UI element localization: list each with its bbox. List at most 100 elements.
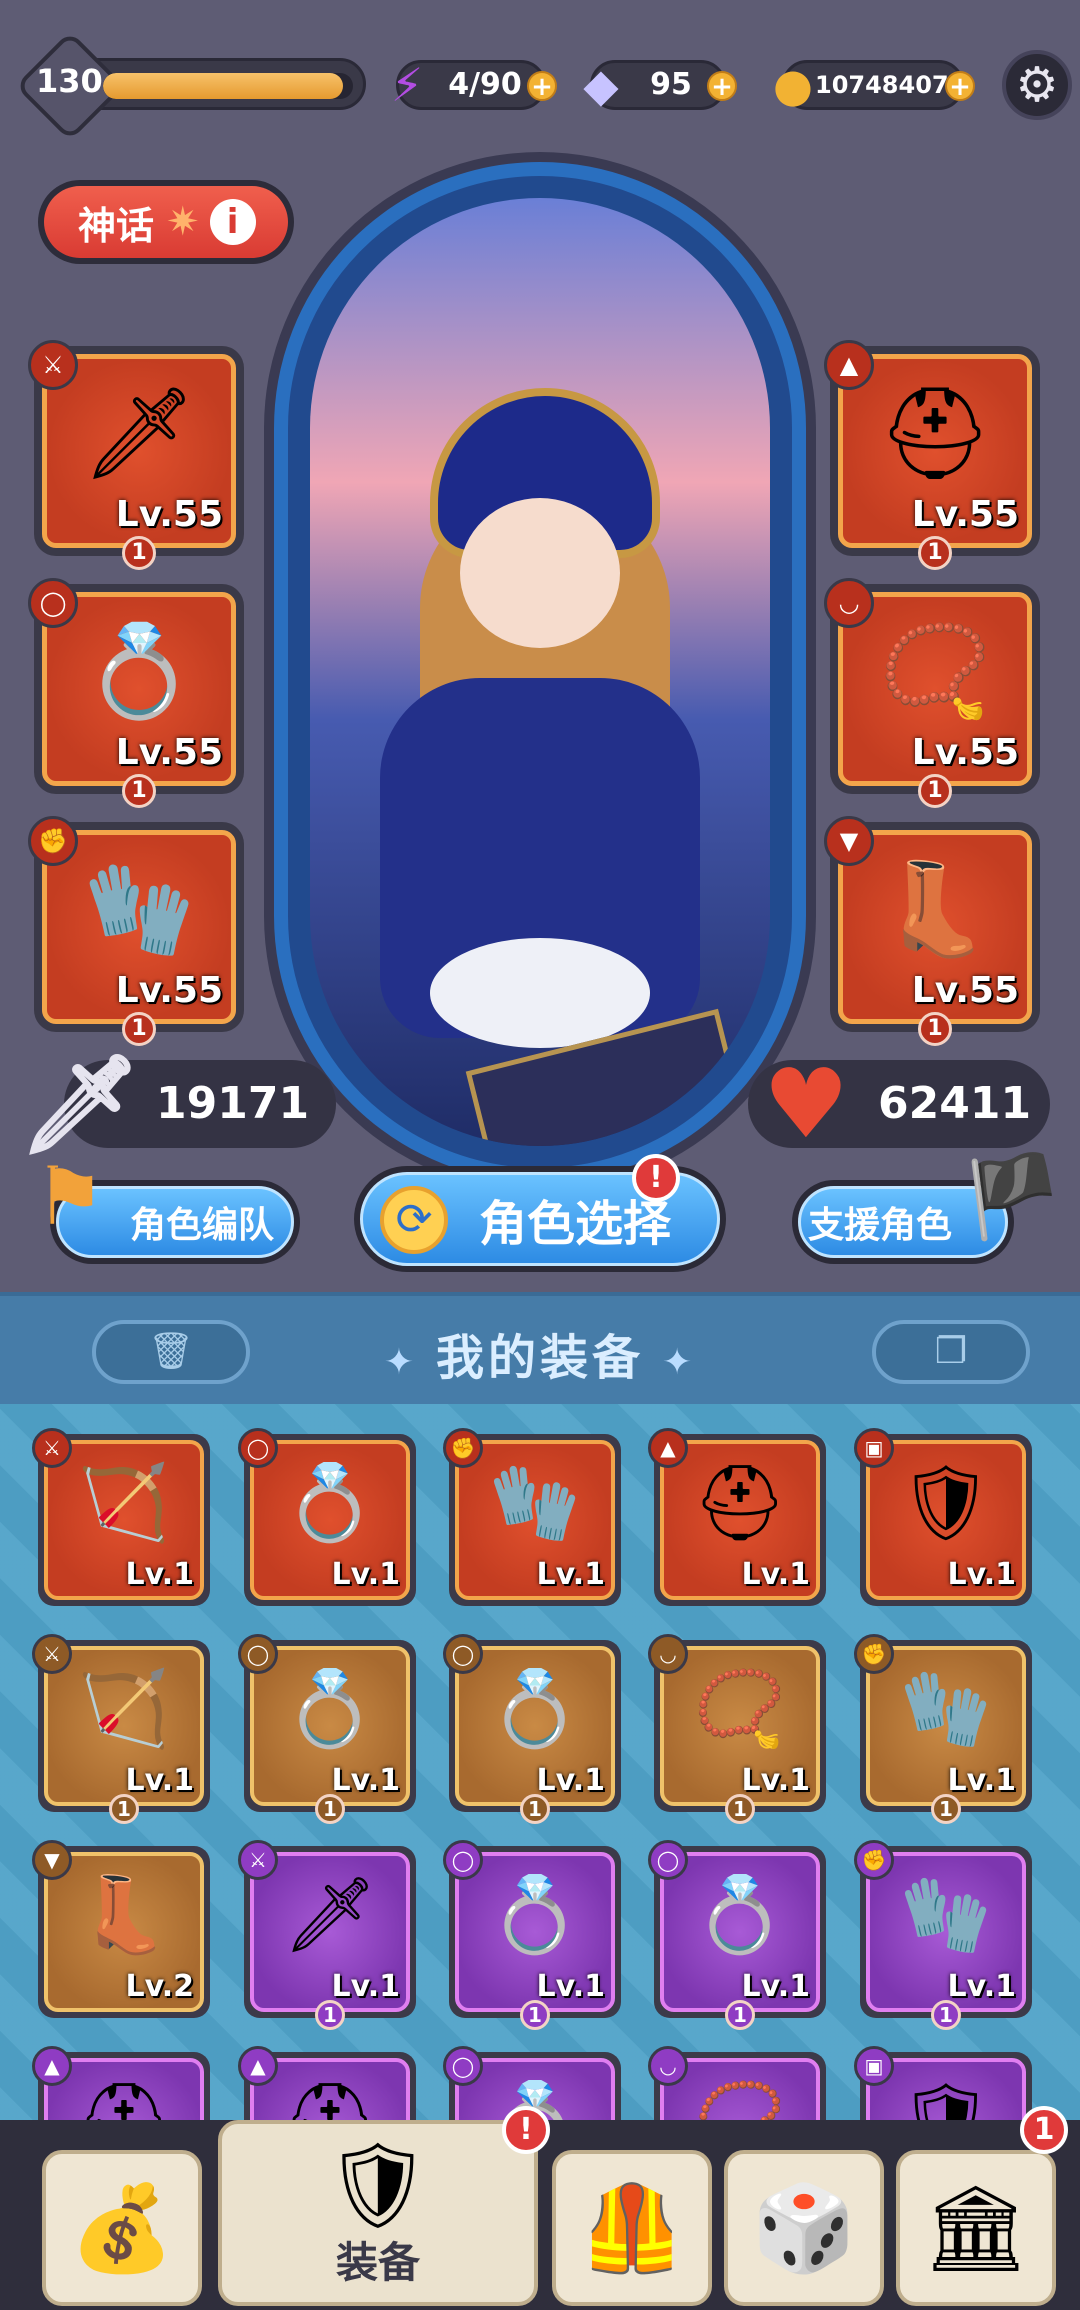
item-level: Lv.1 <box>741 1763 811 1798</box>
slot-type-icon: ◯ <box>443 1840 483 1880</box>
rarity-label: 神话 <box>78 203 155 248</box>
bow-icon: 🏹 <box>77 1460 171 1546</box>
armor-icon: 🛡 <box>899 1460 993 1546</box>
item-count-badge: 1 <box>918 1012 952 1046</box>
slot-type-icon: ⚔ <box>32 1634 72 1674</box>
item-level: Lv.1 <box>947 1763 1017 1798</box>
bottom-navigation: 💰 🛡 装备 ! 🦺 🎲 🏛 1 <box>0 2106 1080 2310</box>
equipment-slot[interactable]: 🧤 Lv.1 ✊ 1 <box>854 1634 1032 1824</box>
item-count-badge: 1 <box>931 2000 961 2030</box>
slot-type-icon: ✊ <box>854 1634 894 1674</box>
item-count-badge: 1 <box>122 1012 156 1046</box>
item-level: Lv.55 <box>115 494 223 535</box>
slot-frame: 🛡 Lv.1 <box>866 1440 1026 1600</box>
gold-counter[interactable]: ● 107484077 + <box>773 60 975 110</box>
nav-building-button[interactable]: 🏛 <box>896 2150 1056 2306</box>
slot-frame: 🗡 Lv.55 <box>42 354 236 548</box>
level-progress-fill <box>103 73 343 99</box>
equipment-slot[interactable]: 🧤 Lv.55 ✊ 1 <box>28 816 244 1046</box>
slot-frame: 🧤 Lv.1 <box>866 1646 1026 1806</box>
slot-type-icon: ▲ <box>238 2046 278 2086</box>
item-level: Lv.55 <box>115 970 223 1011</box>
equipment-slot[interactable]: ⛑ Lv.55 ▲ 1 <box>824 340 1040 570</box>
slot-type-icon: ▼ <box>824 816 874 866</box>
rarity-tag[interactable]: 神话 ✷ i <box>38 180 294 264</box>
energy-counter[interactable]: ⚡ 4/90 + <box>391 60 557 110</box>
game-screen: 130 ⚡ 4/90 + ◆ 95 + ● 107484077 + ⚙ 神话 ✷… <box>0 0 1080 2310</box>
equipment-slot[interactable]: 🧤 Lv.1 ✊ 1 <box>854 1840 1032 2030</box>
item-level: Lv.55 <box>911 970 1019 1011</box>
equipment-slot[interactable]: 💍 Lv.55 ◯ 1 <box>28 578 244 808</box>
gem-counter[interactable]: ◆ 95 + <box>583 60 737 110</box>
necklace-icon: 📿 <box>693 1666 787 1752</box>
slot-type-icon: ▼ <box>32 1840 72 1880</box>
level-progress-track <box>103 73 353 99</box>
equipment-slot[interactable]: 🛡 Lv.1 ▣ <box>854 1428 1032 1606</box>
slot-frame: 🗡 Lv.1 <box>250 1852 410 2012</box>
slot-type-icon: ◡ <box>824 578 874 628</box>
item-level: Lv.1 <box>536 1763 606 1798</box>
flag-icon: ⚑ <box>34 1150 106 1243</box>
attack-stat: 🗡 19171 <box>19 1056 336 1152</box>
item-level: Lv.1 <box>741 1557 811 1592</box>
item-count-badge: 1 <box>315 1794 345 1824</box>
boots-icon: 👢 <box>77 1872 171 1958</box>
nav-chest-button[interactable]: 💰 <box>42 2150 202 2306</box>
add-gems-button[interactable]: + <box>707 71 737 101</box>
equipment-slot[interactable]: 🧤 Lv.1 ✊ <box>443 1428 621 1606</box>
add-gold-button[interactable]: + <box>945 71 975 101</box>
treasure-chest-icon: 💰 <box>69 2178 175 2277</box>
equipment-slot[interactable]: 💍 Lv.1 ◯ 1 <box>238 1634 416 1824</box>
lightning-icon: ⚡ <box>390 58 424 112</box>
equipment-slot[interactable]: 💍 Lv.1 ◯ <box>238 1428 416 1606</box>
equipment-slot[interactable]: 💍 Lv.1 ◯ 1 <box>648 1840 826 2030</box>
slot-type-icon: ✊ <box>28 816 78 866</box>
slot-frame: ⛑ Lv.55 <box>838 354 1032 548</box>
equipment-title-text: 我的装备 <box>435 1330 644 1386</box>
equipment-slot[interactable]: 🗡 Lv.55 ⚔ 1 <box>28 340 244 570</box>
copy-sort-button[interactable]: ❐ <box>872 1320 1030 1384</box>
slot-type-icon: ◯ <box>238 1428 278 1468</box>
helmet-icon: ⛑ <box>877 381 993 486</box>
equipment-slot[interactable]: 💍 Lv.1 ◯ 1 <box>443 1840 621 2030</box>
slot-type-icon: ◡ <box>648 1634 688 1674</box>
equipment-header: 🗑 ✦ 我的装备 ✦ ❐ <box>0 1292 1080 1404</box>
character-portrait <box>310 198 770 1146</box>
gem-value: 95 <box>650 67 692 102</box>
item-level: Lv.1 <box>125 1763 195 1798</box>
equipment-slot[interactable]: 👢 Lv.55 ▼ 1 <box>824 816 1040 1046</box>
equipment-slot[interactable]: ⛑ Lv.1 ▲ <box>648 1428 826 1606</box>
slot-type-icon: ▲ <box>648 1428 688 1468</box>
equipment-slot[interactable]: 💍 Lv.1 ◯ 1 <box>443 1634 621 1824</box>
equipment-slot[interactable]: 📿 Lv.55 ◡ 1 <box>824 578 1040 808</box>
dice-icon: 🎲 <box>751 2178 857 2277</box>
nav-dice-button[interactable]: 🎲 <box>724 2150 884 2306</box>
slot-frame: 🧤 Lv.55 <box>42 830 236 1024</box>
resource-bar: 130 ⚡ 4/90 + ◆ 95 + ● 107484077 + ⚙ <box>0 30 1080 142</box>
necklace-icon: 📿 <box>878 619 992 724</box>
nav-armor-button[interactable]: 🦺 <box>552 2150 712 2306</box>
slot-type-icon: ◯ <box>238 1634 278 1674</box>
ornament-left-icon: ✦ <box>383 1342 418 1383</box>
equipment-slot[interactable]: 🏹 Lv.1 ⚔ 1 <box>32 1634 210 1824</box>
slot-frame: 💍 Lv.1 <box>455 1646 615 1806</box>
helmet-icon: ⛑ <box>693 1460 787 1546</box>
nav-equipment-button[interactable]: 🛡 装备 <box>218 2120 538 2306</box>
slot-type-icon: ◯ <box>443 1634 483 1674</box>
slot-type-icon: ▲ <box>32 2046 72 2086</box>
settings-gear-icon[interactable]: ⚙ <box>1002 50 1072 120</box>
item-count-badge: 1 <box>918 774 952 808</box>
equipment-slot[interactable]: 🏹 Lv.1 ⚔ <box>32 1428 210 1606</box>
equipment-slot[interactable]: 📿 Lv.1 ◡ 1 <box>648 1634 826 1824</box>
boots-icon: 👢 <box>878 857 992 962</box>
character-face <box>460 498 620 648</box>
temple-icon: 🏛 <box>922 2178 1030 2277</box>
add-energy-button[interactable]: + <box>527 71 557 101</box>
gold-coin-icon: ● <box>772 58 814 112</box>
equipment-slot[interactable]: 👢 Lv.2 ▼ <box>32 1840 210 2018</box>
slot-type-icon: ◯ <box>28 578 78 628</box>
item-level: Lv.1 <box>125 1557 195 1592</box>
info-icon[interactable]: i <box>209 199 256 245</box>
character-skirt <box>430 938 650 1048</box>
equipment-slot[interactable]: 🗡 Lv.1 ⚔ 1 <box>238 1840 416 2030</box>
